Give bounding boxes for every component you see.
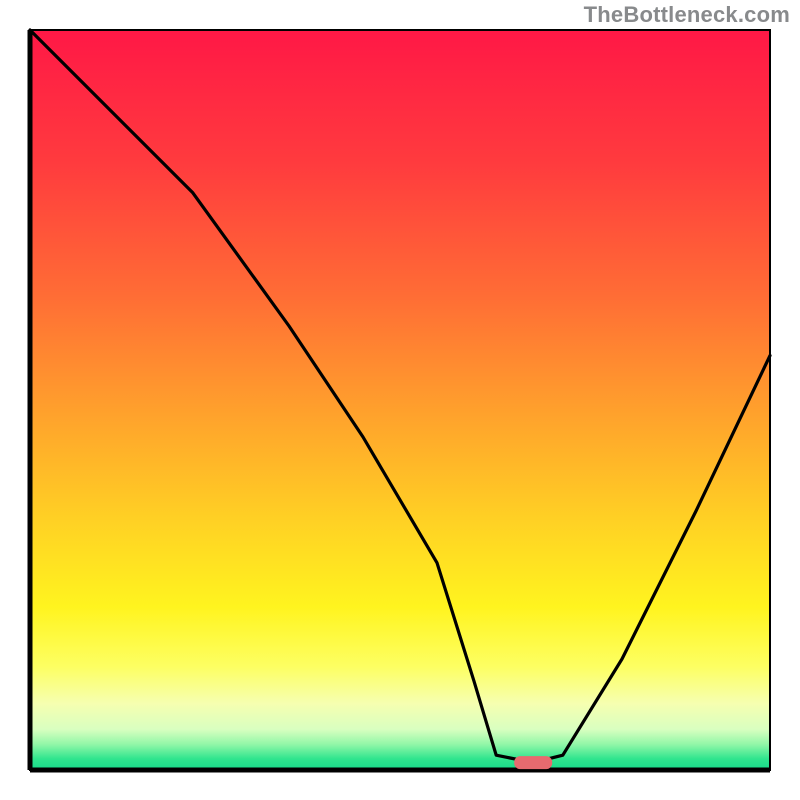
chart-stage: TheBottleneck.com (0, 0, 800, 800)
attribution-label: TheBottleneck.com (584, 2, 790, 28)
optimal-point-marker (514, 756, 552, 769)
bottleneck-chart (0, 0, 800, 800)
